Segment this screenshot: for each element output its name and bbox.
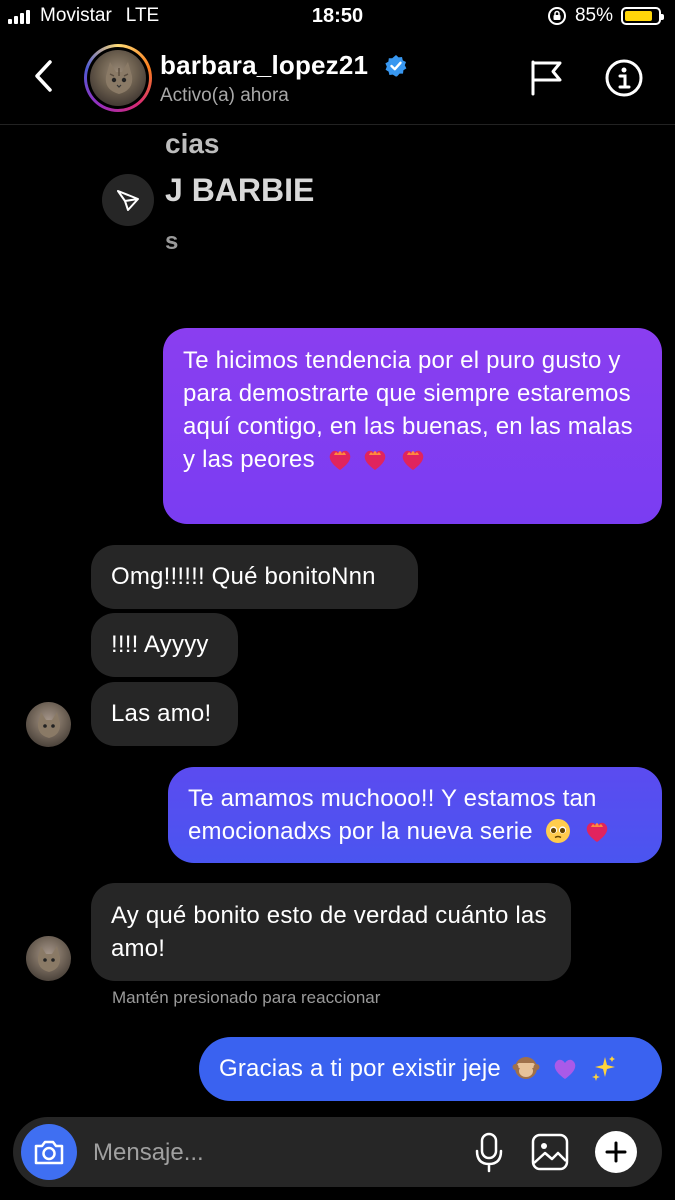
message-incoming[interactable]: Ay qué bonito esto de verdad cuánto las … — [91, 883, 571, 981]
see-no-evil-monkey-icon — [512, 1057, 540, 1079]
status-bar: Movistar LTE 18:50 85% — [0, 0, 675, 36]
rotation-lock-icon — [547, 7, 566, 25]
message-incoming[interactable]: Las amo! — [91, 682, 238, 746]
message-text: Las amo! — [111, 700, 212, 727]
verified-badge-icon — [385, 55, 407, 77]
gallery-button[interactable] — [529, 1131, 571, 1173]
message-outgoing[interactable]: Te hicimos tendencia por el puro gusto y… — [163, 328, 662, 524]
message-text: Omg!!!!!! Qué bonitoNnn — [111, 563, 376, 590]
info-button[interactable] — [604, 58, 644, 98]
flag-button[interactable] — [528, 58, 564, 98]
share-button[interactable] — [102, 174, 154, 226]
heart-on-fire-icon — [403, 450, 424, 470]
message-text-line-1: Te amamos muchooo!! Y estamos tan — [188, 785, 597, 812]
sparkles-icon — [591, 1056, 615, 1081]
message-text: Gracias a ti por existir jeje — [219, 1055, 501, 1082]
purple-heart-icon — [554, 1059, 575, 1079]
heart-on-fire-icon — [586, 822, 607, 842]
activity-status: Activo(a) ahora — [160, 85, 289, 106]
reaction-hint: Mantén presionado para reaccionar — [112, 988, 381, 1007]
profile-avatar[interactable] — [84, 44, 152, 112]
pleading-face-icon — [545, 819, 570, 843]
battery-icon — [621, 7, 664, 25]
paper-plane-icon — [117, 190, 139, 211]
message-outgoing[interactable]: Gracias a ti por existir jeje — [199, 1037, 662, 1101]
heart-on-fire-icon — [329, 450, 350, 470]
message-text: Ay qué bonito esto de verdad cuánto las … — [111, 902, 547, 962]
plus-icon — [605, 1141, 627, 1163]
message-outgoing[interactable]: Te amamos muchooo!! Y estamos tan emocio… — [168, 767, 662, 863]
shared-post-title: J BARBIE — [165, 172, 315, 208]
message-incoming[interactable]: Omg!!!!!! Qué bonitoNnn — [91, 545, 418, 609]
add-button[interactable] — [595, 1131, 637, 1173]
message-incoming[interactable]: !!!! Ayyyy — [91, 613, 238, 677]
shared-post-text-1: cias — [165, 128, 220, 159]
sender-avatar[interactable] — [26, 936, 71, 981]
camera-button[interactable] — [21, 1124, 77, 1180]
message-text-line-2: emocionadxs por la nueva serie — [188, 818, 533, 845]
sender-avatar[interactable] — [26, 702, 71, 747]
microphone-button[interactable] — [471, 1131, 507, 1173]
message-text: !!!! Ayyyy — [111, 631, 209, 658]
message-composer — [13, 1117, 662, 1189]
username[interactable]: barbara_lopez21 — [160, 50, 368, 81]
camera-icon — [34, 1140, 64, 1165]
battery-percent: 85% — [574, 5, 613, 26]
message-input[interactable] — [91, 1117, 455, 1189]
chat-header: barbara_lopez21 Activo(a) ahora — [0, 36, 675, 125]
heart-on-fire-icon — [364, 450, 385, 470]
back-button[interactable] — [28, 56, 64, 96]
status-right: 85% — [547, 5, 664, 27]
shared-post-text-3: s — [165, 228, 179, 255]
cat-photo — [90, 50, 146, 106]
